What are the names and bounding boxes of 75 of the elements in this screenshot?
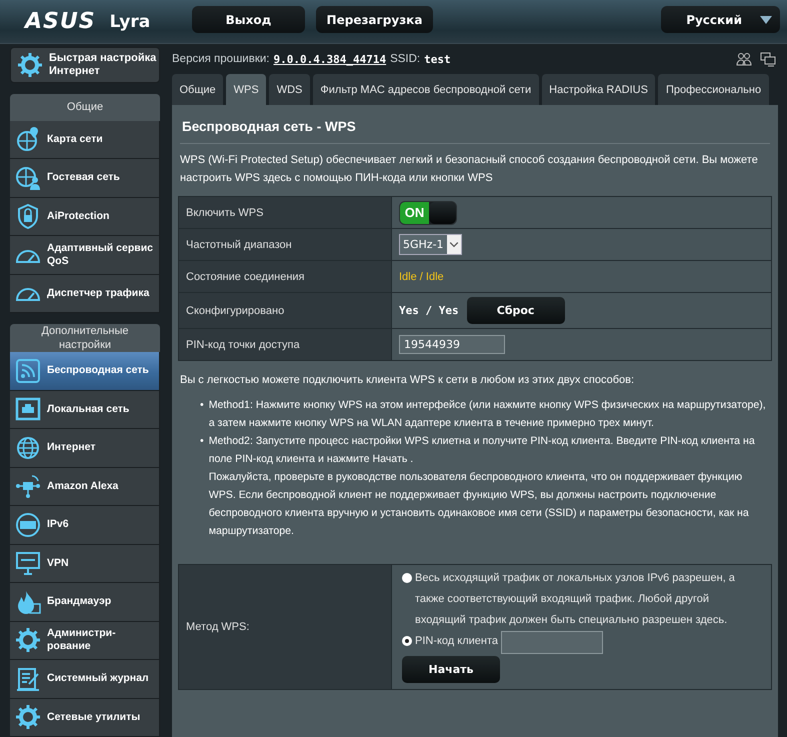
globe-icon [15, 434, 41, 461]
setting-label: PIN-код точки доступа [186, 338, 300, 350]
setting-label: Частотный диапазон [186, 238, 292, 250]
setting-label: Состояние соединения [186, 270, 304, 282]
method-text: Method2: Запустите процесс настройки WPS клиетна и получите PIN-код клиента. Введите PIN-код клиента на поле PIN-код клиента и нажмите Начать . [208, 435, 755, 465]
intro-text: Вы с легкостью можете подключить клиента WPS к сети в любом из этих двух способов: [180, 373, 636, 388]
setting-label: Включить WPS [186, 206, 264, 218]
hub-icon [15, 473, 41, 500]
globe-pin-icon [15, 126, 41, 152]
tab[interactable]: WDS [269, 74, 310, 105]
chevron-icon [446, 235, 461, 254]
sidebar-item[interactable]: Системный журнал [10, 660, 160, 698]
sidebar-item[interactable]: Локальная сеть [10, 390, 160, 429]
section-header: Дополнительные настройки [10, 324, 160, 352]
sidebar-item[interactable]: Диспетчер трафика [10, 274, 160, 313]
monitor-icon [15, 550, 41, 576]
caret-icon [760, 16, 772, 24]
client-pin-field[interactable] [501, 631, 604, 654]
note-text: Пожалуйста, проверьте в руководстве пользователя беспроводного клиента, что он поддерживает функцию WPS. Если беспроводной клиент не поддерживает функцию WPS, вы должны настроить подключение беспроводного клиента вручную и установить одинаковое имя сети (SSID) и параметры безопасности, как на маршрутизаторе. [208, 470, 750, 539]
pin-field[interactable]: 19544939 [399, 335, 505, 354]
setting-label: Метод WPS: [186, 621, 250, 633]
quick-setup-button[interactable]: Быстрая настройка Интернет [10, 47, 160, 84]
sidebar-item[interactable]: Адаптивный сервис QoS [10, 236, 160, 274]
sidebar-item[interactable]: Сетевые утилиты [10, 698, 160, 737]
model-name: Lyra [110, 12, 150, 32]
tab[interactable]: Общие [172, 74, 224, 105]
page-title: Беспроводная сеть - WPS [180, 119, 770, 144]
firmware-label: Версия прошивки: [172, 53, 270, 65]
section-header: Общие [10, 94, 160, 120]
status-text: Idle / Idle [399, 270, 444, 282]
ssid-label: SSID: [390, 53, 420, 65]
sidebar-item[interactable]: Гостевая сеть [10, 159, 160, 198]
sidebar-item[interactable]: AiProtection [10, 198, 160, 236]
radio-button[interactable] [402, 573, 412, 583]
sidebar-item[interactable]: Брандмауэр [10, 583, 160, 622]
users-icon[interactable] [736, 52, 752, 66]
sidebar-item[interactable]: Amazon Alexa [10, 468, 160, 506]
network-port-icon [15, 396, 41, 422]
logout-button[interactable]: Выход [192, 6, 305, 33]
sidebar-item[interactable]: Администри-рование [10, 622, 160, 660]
flame-icon [15, 588, 41, 615]
band-select[interactable]: 5GHz-1 [399, 234, 462, 255]
reset-button[interactable]: Сброс [466, 297, 565, 324]
gear-icon [15, 627, 41, 654]
description-text: WPS (Wi-Fi Protected Setup) обеспечивает легкий и безопасный способ создания беспроводной сети. Вы можете настроить WPS здесь с помощью ПИН-кода или кнопки WPS [179, 153, 759, 186]
bullet-mark: • [200, 434, 204, 449]
sidebar-item[interactable]: Беспроводная сеть [10, 352, 160, 390]
language-dropdown[interactable]: Русский [661, 6, 780, 33]
shield-lock-icon [15, 203, 41, 230]
tab[interactable]: Профессионально [658, 74, 769, 105]
wifi-icon [15, 358, 41, 384]
tab[interactable]: Фильтр MAC адресов беспроводной сети [312, 74, 539, 105]
bullet-mark: • [200, 398, 204, 413]
gear-icon [17, 52, 43, 78]
start-button[interactable]: Начать [402, 656, 500, 683]
sidebar-item[interactable]: IPv6 [10, 506, 160, 544]
method-text: Method1: Нажмите кнопку WPS на этом интерфейсе (или нажмите кнопку WPS физических на маршрутизаторе), а затем нажмите кнопку WPS на WLAN адаптере клиента в течение примерно трех минут. [208, 399, 766, 429]
sidebar-item[interactable]: VPN [10, 544, 160, 583]
notepad-icon [15, 666, 41, 692]
ssid-value: test [424, 52, 451, 66]
radio-button[interactable] [402, 636, 412, 646]
sidebar-item[interactable]: Интернет [10, 429, 160, 468]
radio-label: Весь исходящий трафик от локальных узлов IPv6 разрешен, а также соответствующий входящий трафик. Любой другой входящий трафик должен быть специально разрешен здесь. [415, 571, 736, 628]
brand-logo: ASUS [25, 9, 96, 34]
globe-person-icon [15, 164, 41, 191]
tab[interactable]: Настройка RADIUS [542, 74, 656, 105]
sidebar-item[interactable]: Карта сети [10, 120, 160, 159]
configured-text: Yes / Yes [399, 304, 459, 317]
firmware-version-link[interactable]: 9.0.0.4.384_44714 [274, 52, 386, 66]
gear-icon [15, 704, 41, 730]
monitor-icon[interactable] [760, 52, 776, 66]
reboot-button[interactable]: Перезагрузка [316, 6, 433, 33]
tab[interactable]: WPS [226, 74, 266, 105]
setting-label: Сконфигурировано [186, 304, 284, 316]
radio-label: PIN-код клиента [415, 634, 498, 649]
